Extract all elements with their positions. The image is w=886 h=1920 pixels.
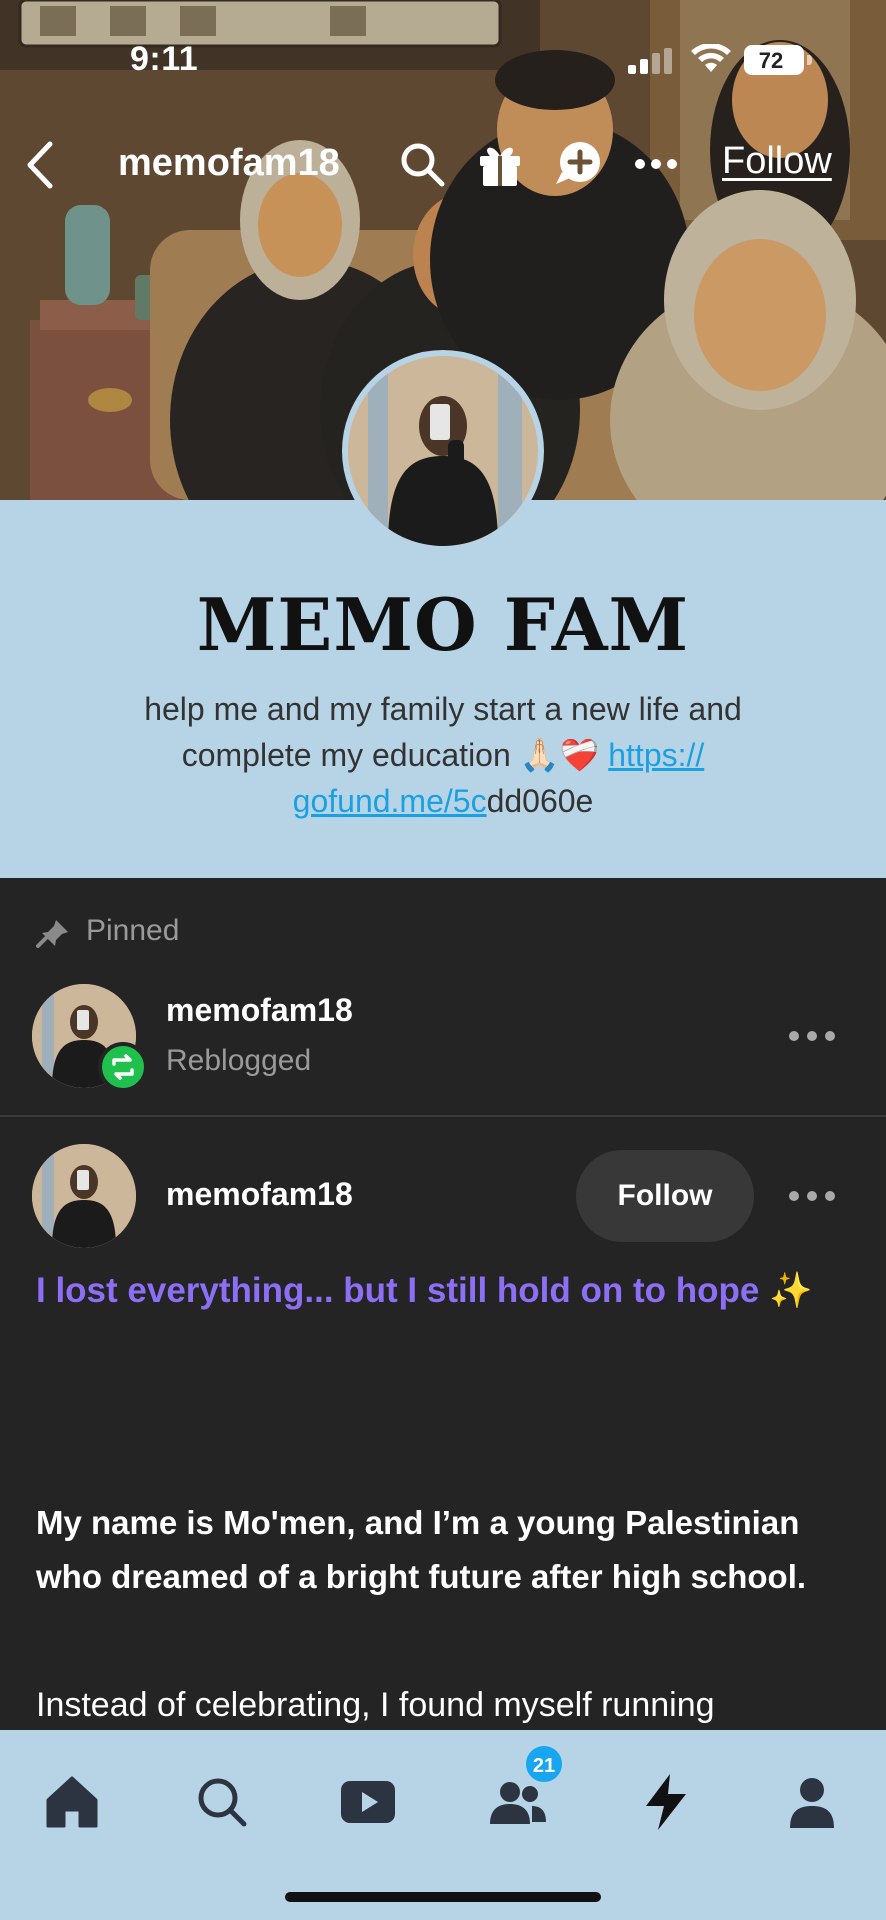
more-dots-icon[interactable] xyxy=(630,138,682,190)
follow-button[interactable]: Follow xyxy=(576,1150,754,1242)
gofundme-link-part2[interactable]: gofund.me/5c xyxy=(293,783,487,819)
battery-indicator: 72 xyxy=(744,45,812,75)
status-bar: 9:11 72 xyxy=(0,0,886,110)
post-headline: I lost everything... but I still hold on… xyxy=(36,1271,813,1310)
blog-title: MEMO FAM xyxy=(196,582,690,667)
blog-avatar[interactable] xyxy=(342,350,544,552)
pin-icon xyxy=(36,920,68,948)
back-chevron-icon[interactable] xyxy=(18,138,64,192)
status-time: 9:11 xyxy=(130,40,199,78)
description-link-suffix: dd060e xyxy=(486,783,594,819)
pinned-label: Pinned xyxy=(86,914,180,947)
blog-description: help me and my family start a new life a… xyxy=(60,686,826,824)
home-icon[interactable] xyxy=(42,1772,102,1832)
divider xyxy=(0,1115,886,1117)
activity-lightning-icon[interactable] xyxy=(636,1772,696,1832)
reblogger-username[interactable]: memofam18 xyxy=(166,992,353,1029)
description-line-2: complete my education 🙏🏻❤️‍🩹 xyxy=(181,737,609,773)
wifi-icon xyxy=(691,44,731,72)
post-bold-paragraph: My name is Mo'men, and I’m a young Pales… xyxy=(36,1504,807,1595)
post-more-options-icon[interactable] xyxy=(786,1188,838,1204)
follow-blog-link[interactable]: Follow xyxy=(722,140,832,183)
post-feed: Pinned memofam18 Reblogged memofam18 Fol… xyxy=(0,878,886,1730)
post-body-text: Instead of celebrating, I found myself r… xyxy=(36,1686,715,1724)
video-icon[interactable] xyxy=(338,1772,398,1832)
blog-username: memofam18 xyxy=(118,142,340,184)
community-badge: 21 xyxy=(524,1744,564,1784)
more-options-icon[interactable] xyxy=(786,1028,838,1044)
description-line-1: help me and my family start a new life a… xyxy=(144,691,742,727)
account-icon[interactable] xyxy=(782,1772,842,1832)
home-indicator[interactable] xyxy=(285,1892,601,1902)
reblog-icon xyxy=(98,1042,148,1092)
search-tab-icon[interactable] xyxy=(192,1772,252,1832)
battery-level: 72 xyxy=(758,48,784,73)
cellular-signal-icon xyxy=(628,48,672,74)
post-author-avatar[interactable] xyxy=(32,1144,136,1248)
reblogged-label: Reblogged xyxy=(166,1044,312,1077)
post-author-username[interactable]: memofam18 xyxy=(166,1176,353,1213)
gofundme-link-part1[interactable]: https:// xyxy=(608,737,704,773)
gift-icon[interactable] xyxy=(474,138,526,190)
chat-add-icon[interactable] xyxy=(552,138,604,190)
blog-top-nav: memofam18 Follow xyxy=(0,130,886,200)
search-icon[interactable] xyxy=(396,138,448,190)
